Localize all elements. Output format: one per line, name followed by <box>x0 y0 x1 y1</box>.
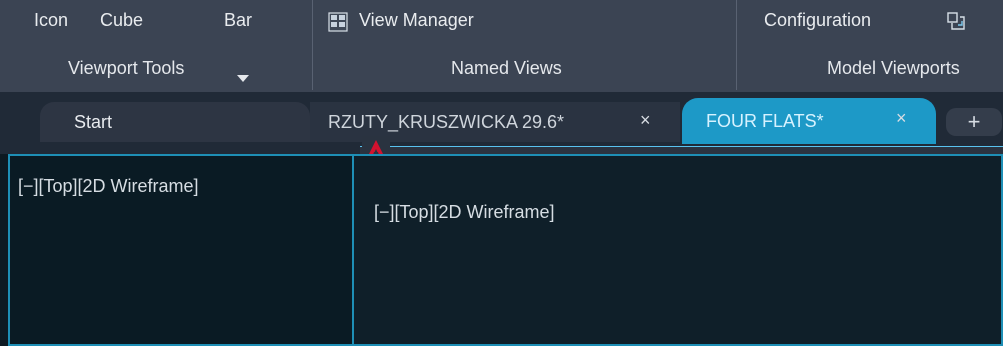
icon-label: Icon <box>34 10 69 30</box>
ribbon-separator <box>736 0 737 90</box>
named-views-label: Named Views <box>451 58 562 78</box>
viewport-right[interactable]: [−][Top][2D Wireframe] <box>352 154 1003 346</box>
document-tab-bar: Start RZUTY_KRUSZWICKA 29.6* × FOUR FLAT… <box>0 92 1003 154</box>
viewport-title[interactable]: [−][Top][2D Wireframe] <box>374 202 555 223</box>
cube-label: Cube <box>100 10 144 30</box>
ribbon: Icon Cube Bar View Manager Configuration <box>0 0 1003 93</box>
view-manager-label: View Manager <box>359 10 474 30</box>
configuration-icon <box>946 11 968 33</box>
configuration-button[interactable]: Configuration <box>764 0 1003 40</box>
close-icon[interactable]: × <box>896 108 907 129</box>
tab-label: RZUTY_KRUSZWICKA 29.6* <box>328 111 565 132</box>
close-icon[interactable]: × <box>640 110 651 131</box>
viewport-left[interactable]: [−][Top][2D Wireframe] <box>8 154 354 346</box>
view-manager-icon <box>327 11 349 33</box>
viewport-tools-label: Viewport Tools <box>68 58 185 78</box>
new-tab-button[interactable]: + <box>946 108 1002 136</box>
configuration-label: Configuration <box>764 10 872 30</box>
ribbon-separator <box>312 0 313 90</box>
tab-label: Start <box>74 111 113 132</box>
chevron-down-icon <box>234 69 252 87</box>
view-manager-button[interactable]: View Manager <box>327 0 557 40</box>
tab-start[interactable]: Start <box>40 102 310 142</box>
tab-four-flats[interactable]: FOUR FLATS* × <box>682 98 936 144</box>
viewport-tools-panel-button[interactable]: Viewport Tools <box>68 48 249 88</box>
drawing-area[interactable]: [−][Top][2D Wireframe] [−][Top][2D Wiref… <box>0 154 1003 346</box>
tab-label: FOUR FLATS* <box>706 110 824 131</box>
viewport-title[interactable]: [−][Top][2D Wireframe] <box>18 176 199 197</box>
bar-label: Bar <box>224 10 253 30</box>
model-viewports-label: Model Viewports <box>827 58 960 78</box>
